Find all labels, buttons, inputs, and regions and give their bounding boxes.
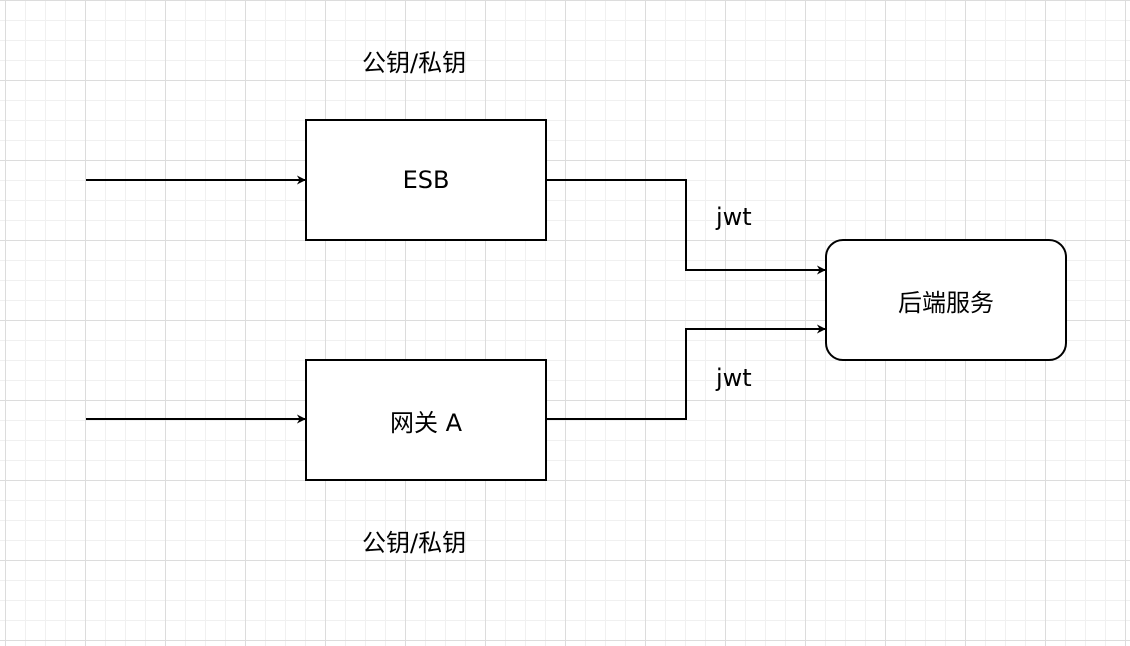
esb-node[interactable]: ESB xyxy=(305,119,547,241)
esb-key-label: 公钥/私钥 xyxy=(362,49,467,77)
backend-service-node[interactable]: 后端服务 xyxy=(825,239,1067,361)
backend-service-label: 后端服务 xyxy=(898,288,994,317)
gateway-to-backend-connector xyxy=(547,324,826,420)
gateway-key-label: 公钥/私钥 xyxy=(362,529,467,557)
esb-to-backend-connector xyxy=(547,179,826,275)
jwt-label-bottom: jwt xyxy=(716,364,752,392)
diagram-canvas: ESB 网关 A 后端服务 公钥/私钥 公钥/私钥 jwt jwt xyxy=(0,0,1130,646)
gateway-node-label: 网关 A xyxy=(389,408,463,437)
esb-node-label: ESB xyxy=(402,166,450,194)
gateway-node[interactable]: 网关 A xyxy=(305,359,547,481)
jwt-label-top: jwt xyxy=(716,203,752,231)
